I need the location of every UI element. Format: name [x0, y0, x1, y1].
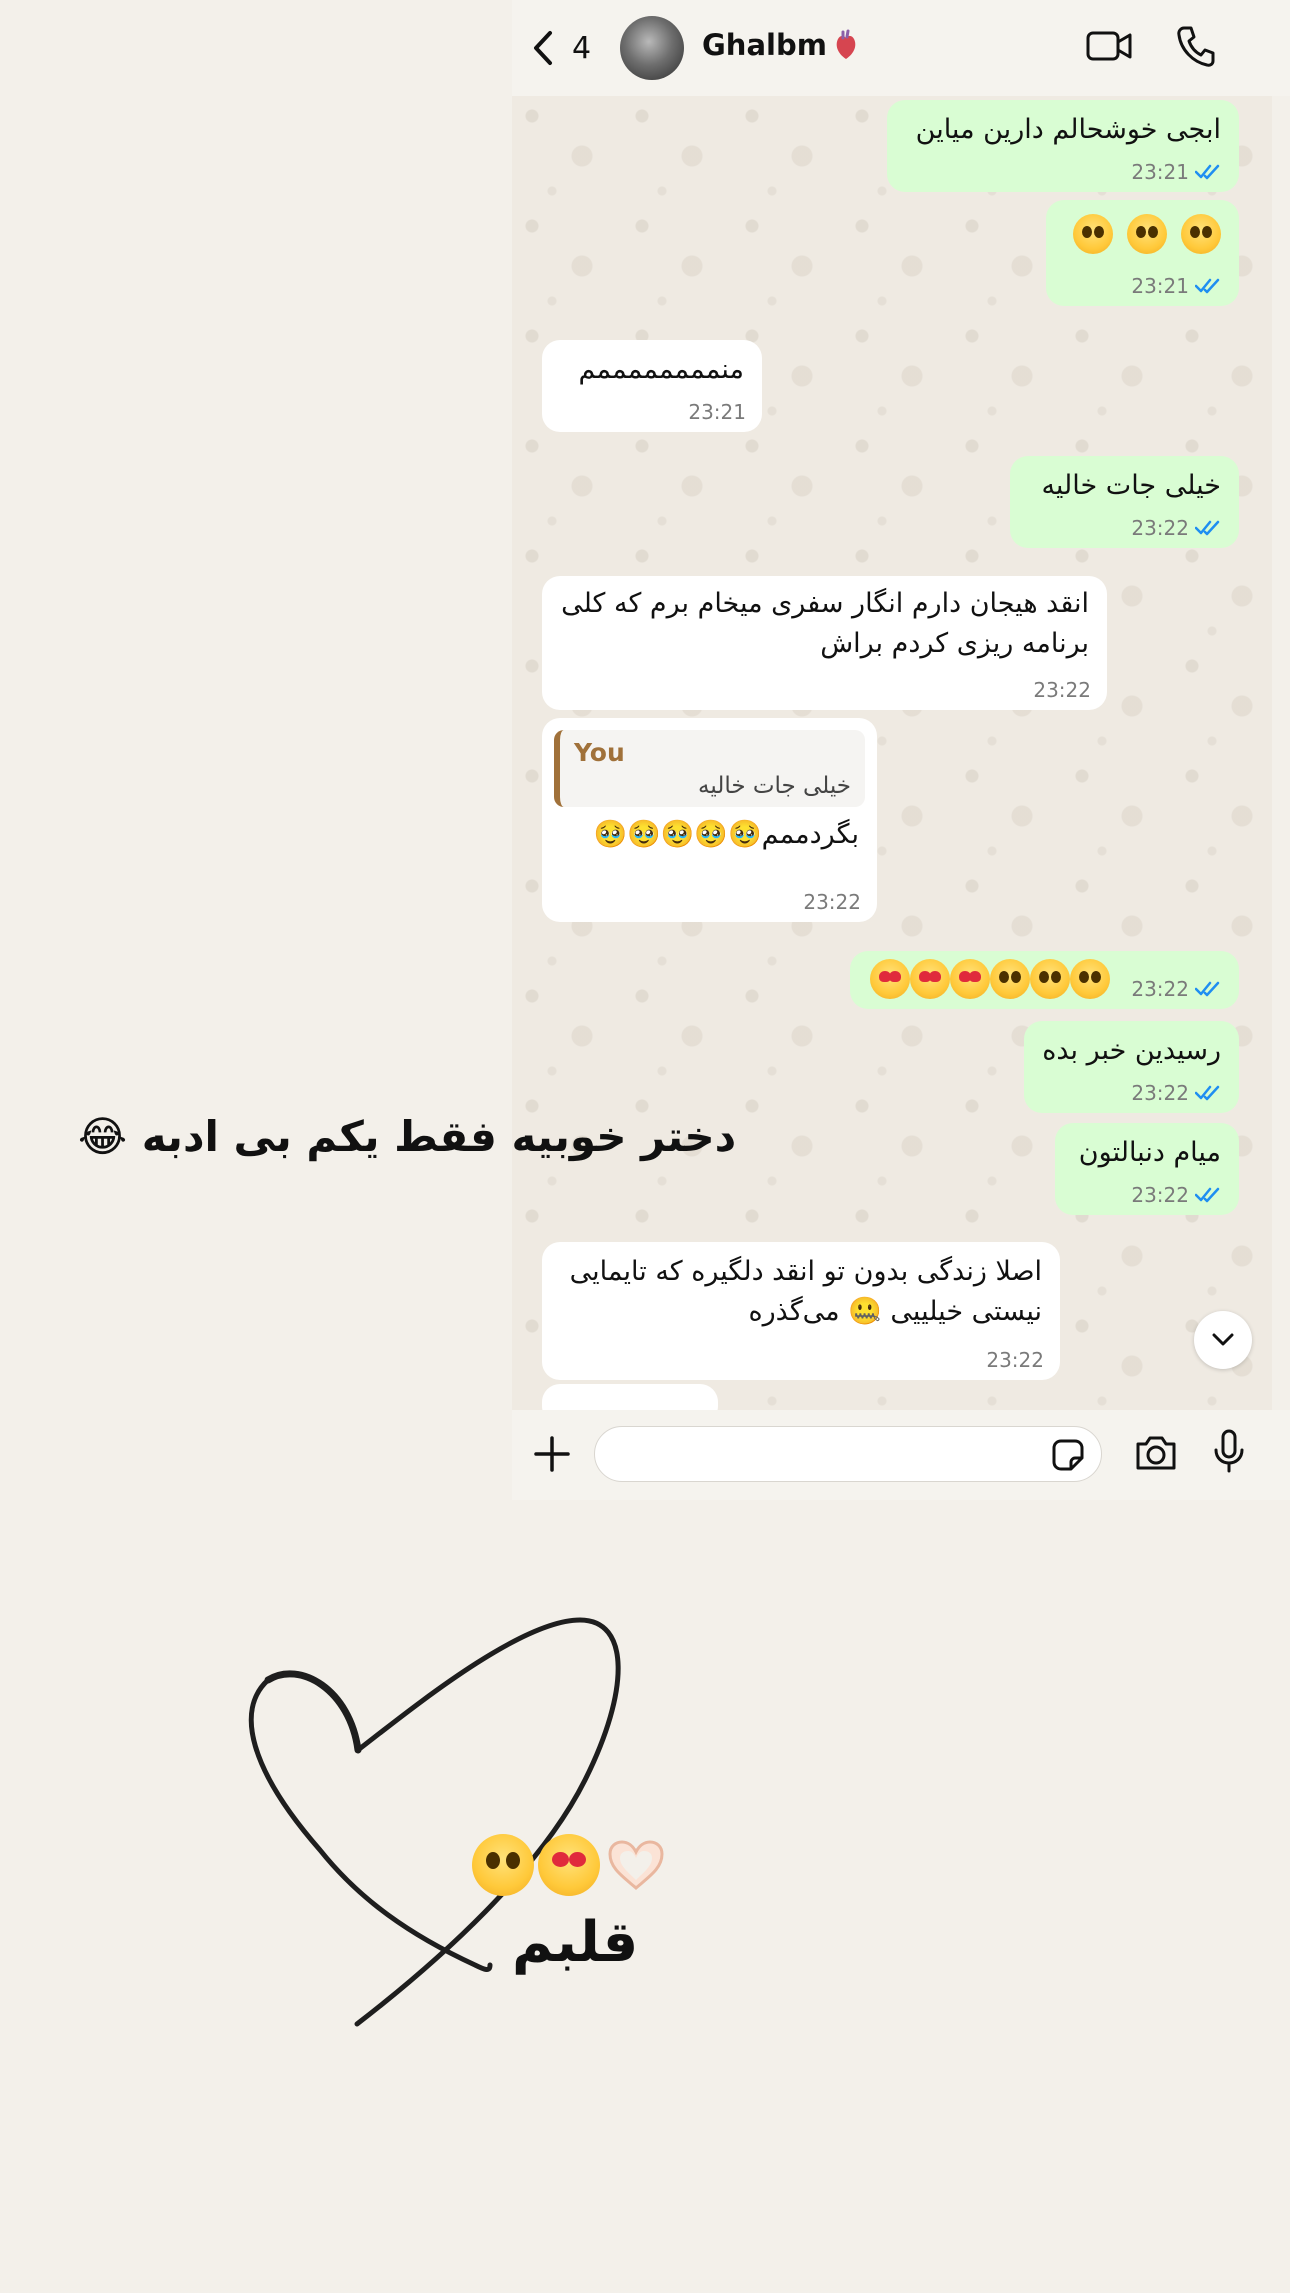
message-bubble[interactable]: میام دنبالتون 23:22	[1055, 1123, 1239, 1215]
message-meta: 23:22	[803, 890, 861, 914]
chat-area[interactable]: ابجی خوشحالم دارین میاین 23:21 23:21 منم…	[512, 96, 1272, 1410]
double-check-icon	[1195, 1187, 1220, 1203]
message-text: منممممممممم	[578, 354, 744, 385]
heart-eyes-icon	[950, 959, 990, 999]
double-check-icon	[1195, 1085, 1220, 1101]
double-check-icon	[1195, 520, 1220, 536]
message-bubble[interactable]: منممممممممم 23:21	[542, 340, 762, 432]
message-text: بگردممم🥹🥹🥹🥹🥹	[593, 819, 859, 850]
message-emojis	[870, 959, 1110, 999]
heart-hands-icon	[608, 1840, 664, 1890]
message-meta: 23:22	[1131, 1183, 1223, 1207]
message-input[interactable]	[594, 1426, 1102, 1482]
message-bubble[interactable]: ابجی خوشحالم دارین میاین 23:21	[887, 100, 1239, 192]
message-meta: 23:22	[1131, 1081, 1223, 1105]
message-bubble[interactable]: 23:21	[1046, 200, 1239, 306]
message-time: 23:22	[1033, 678, 1091, 702]
message-time: 23:22	[1131, 1081, 1189, 1105]
plus-icon[interactable]	[532, 1434, 572, 1474]
message-time: 23:21	[688, 400, 746, 424]
message-bubble[interactable]: اصلا زندگی بدون تو انقد دلگیره که تایمای…	[542, 1242, 1060, 1380]
heart-eyes-icon	[538, 1834, 600, 1896]
quote-author: You	[574, 738, 625, 767]
chevron-left-icon	[534, 31, 552, 65]
voice-call-icon[interactable]	[1176, 24, 1216, 68]
message-meta: 23:21	[1131, 274, 1223, 298]
message-time: 23:22	[1131, 1183, 1189, 1207]
microphone-icon[interactable]	[1212, 1428, 1246, 1474]
sticker-icon[interactable]	[1051, 1438, 1085, 1472]
message-bubble[interactable]: 23:22	[850, 951, 1239, 1009]
camera-icon[interactable]	[1134, 1432, 1178, 1472]
pleading-face-icon	[472, 1834, 534, 1896]
double-check-icon	[1195, 981, 1220, 997]
message-meta: 23:21	[1131, 160, 1223, 184]
pleading-face-icon	[1073, 214, 1113, 254]
quoted-reply[interactable]: You خیلی جات خالیه	[554, 730, 865, 807]
overlay-caption: دختر خوبیه فقط یکم بی ادبه 😂	[78, 1112, 737, 1161]
back-button[interactable]: 4	[532, 28, 592, 68]
message-bubble-partial[interactable]	[542, 1384, 718, 1410]
pleading-face-icon	[1030, 959, 1070, 999]
message-text: اصلا زندگی بدون تو انقد دلگیره که تایمای…	[569, 1256, 1042, 1327]
message-time: 23:21	[1131, 274, 1189, 298]
pleading-face-icon	[1070, 959, 1110, 999]
heart-eyes-icon	[870, 959, 910, 999]
message-meta: 23:21	[688, 400, 746, 424]
double-check-icon	[1195, 164, 1220, 180]
video-call-icon[interactable]	[1086, 24, 1132, 68]
message-meta: 23:22	[1033, 678, 1091, 702]
message-time: 23:22	[803, 890, 861, 914]
message-text: خیلی جات خالیه	[1041, 470, 1221, 501]
pleading-face-icon	[1127, 214, 1167, 254]
quote-text: خیلی جات خالیه	[698, 773, 851, 799]
avatar[interactable]	[620, 16, 684, 80]
pleading-face-icon	[990, 959, 1030, 999]
heart-label: قلبم	[512, 1910, 639, 1975]
message-meta: 23:22	[1131, 516, 1223, 540]
message-text: انقد هیجان دارم انگار سفری میخام برم که …	[561, 588, 1089, 659]
double-check-icon	[1195, 278, 1220, 294]
contact-name-text: Ghalbm	[702, 28, 827, 62]
pleading-face-icon	[1181, 214, 1221, 254]
message-time: 23:22	[1131, 977, 1189, 1001]
message-meta: 23:22	[1131, 977, 1223, 1001]
chevron-down-icon	[1212, 1333, 1234, 1346]
heart-eyes-icon	[910, 959, 950, 999]
message-time: 23:21	[1131, 160, 1189, 184]
message-meta: 23:22	[986, 1348, 1044, 1372]
message-time: 23:22	[986, 1348, 1044, 1372]
message-time: 23:22	[1131, 516, 1189, 540]
message-text: ابجی خوشحالم دارین میاین	[915, 114, 1221, 145]
chat-header: 4 Ghalbm	[512, 0, 1290, 96]
contact-name[interactable]: Ghalbm	[702, 28, 859, 62]
unread-count: 4	[572, 30, 592, 66]
message-bubble[interactable]: رسیدین خبر بده 23:22	[1024, 1021, 1239, 1113]
emoji-sticker-row	[472, 1834, 668, 1896]
message-bubble[interactable]: انقد هیجان دارم انگار سفری میخام برم که …	[542, 576, 1107, 710]
scroll-to-bottom-button[interactable]	[1194, 1311, 1252, 1369]
message-text: رسیدین خبر بده	[1042, 1035, 1221, 1066]
anatomical-heart-icon	[836, 29, 856, 59]
message-emojis	[1064, 200, 1221, 254]
message-text: میام دنبالتون	[1078, 1137, 1221, 1168]
message-bubble[interactable]: خیلی جات خالیه 23:22	[1010, 456, 1239, 548]
message-input-bar	[512, 1410, 1290, 1500]
message-bubble[interactable]: You خیلی جات خالیه بگردممم🥹🥹🥹🥹🥹 23:22	[542, 718, 877, 922]
